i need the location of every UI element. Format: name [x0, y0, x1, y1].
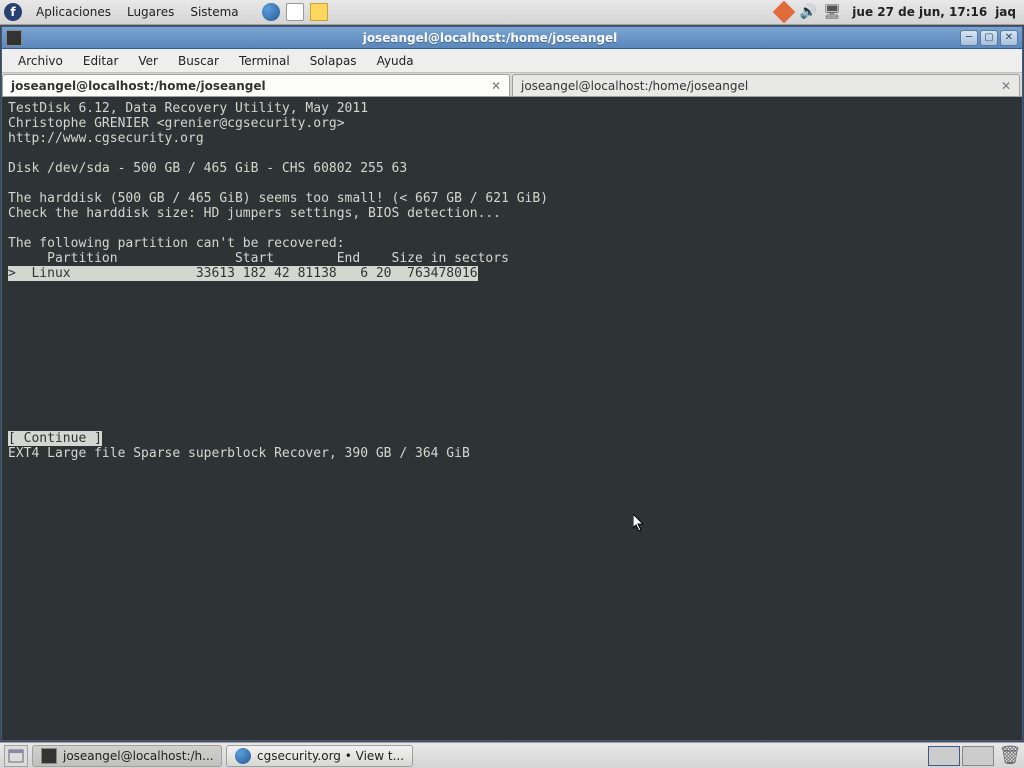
- firefox-icon: [235, 748, 251, 764]
- window-icon: [6, 30, 22, 46]
- terminal-icon: [41, 748, 57, 764]
- workspace-1[interactable]: [928, 746, 960, 766]
- fedora-logo-icon[interactable]: f: [4, 3, 22, 21]
- text-line: Disk /dev/sda - 500 GB / 465 GiB - CHS 6…: [8, 161, 407, 176]
- terminal-window: joseangel@localhost:/home/joseangel ─ ▢ …: [1, 26, 1023, 741]
- menu-system[interactable]: Sistema: [182, 2, 246, 22]
- close-button[interactable]: ✕: [1000, 30, 1018, 46]
- partition-row-selected[interactable]: > Linux 33613 182 42 81138 6 20 76347801…: [8, 266, 478, 281]
- text-line: Christophe GRENIER <grenier@cgsecurity.o…: [8, 116, 345, 131]
- taskbar-firefox[interactable]: cgsecurity.org • View t...: [226, 745, 413, 767]
- menu-archivo[interactable]: Archivo: [8, 51, 73, 71]
- tab-bar: joseangel@localhost:/home/joseangel ✕ jo…: [2, 73, 1022, 97]
- tab-label: joseangel@localhost:/home/joseangel: [521, 79, 748, 93]
- partition-header: Partition Start End Size in sectors: [8, 251, 509, 266]
- menu-terminal[interactable]: Terminal: [229, 51, 300, 71]
- tab-1[interactable]: joseangel@localhost:/home/joseangel ✕: [2, 74, 510, 96]
- taskbar-label: joseangel@localhost:/h...: [63, 749, 214, 763]
- window-title: joseangel@localhost:/home/joseangel: [22, 31, 958, 45]
- minimize-button[interactable]: ─: [960, 30, 978, 46]
- terminal-output[interactable]: TestDisk 6.12, Data Recovery Utility, Ma…: [2, 97, 1022, 740]
- taskbar-label: cgsecurity.org • View t...: [257, 749, 404, 763]
- user-menu[interactable]: jaq: [995, 5, 1016, 19]
- clock[interactable]: jue 27 de jun, 17:16: [852, 5, 987, 19]
- tab-close-icon[interactable]: ✕: [1001, 79, 1011, 93]
- text-line: http://www.cgsecurity.org: [8, 131, 204, 146]
- update-notifier-icon[interactable]: [775, 3, 793, 21]
- tab-close-icon[interactable]: ✕: [491, 79, 501, 93]
- text-line: EXT4 Large file Sparse superblock Recove…: [8, 446, 470, 461]
- text-line: The harddisk (500 GB / 465 GiB) seems to…: [8, 191, 548, 206]
- tab-label: joseangel@localhost:/home/joseangel: [11, 79, 266, 93]
- scrollbar[interactable]: [1008, 97, 1022, 740]
- text-line: Check the harddisk size: HD jumpers sett…: [8, 206, 501, 221]
- tab-2[interactable]: joseangel@localhost:/home/joseangel ✕: [512, 74, 1020, 96]
- menu-solapas[interactable]: Solapas: [300, 51, 367, 71]
- taskbar-terminal[interactable]: joseangel@localhost:/h...: [32, 745, 222, 767]
- workspace-2[interactable]: [962, 746, 994, 766]
- menu-ver[interactable]: Ver: [128, 51, 168, 71]
- menu-editar[interactable]: Editar: [73, 51, 129, 71]
- menu-applications[interactable]: Aplicaciones: [28, 2, 119, 22]
- maximize-button[interactable]: ▢: [980, 30, 998, 46]
- network-icon[interactable]: 🖥: [823, 3, 841, 21]
- menu-ayuda[interactable]: Ayuda: [367, 51, 424, 71]
- titlebar[interactable]: joseangel@localhost:/home/joseangel ─ ▢ …: [2, 27, 1022, 49]
- top-panel: f Aplicaciones Lugares Sistema 🔊 🖥 jue 2…: [0, 0, 1024, 25]
- launcher-firefox-icon[interactable]: [262, 3, 280, 21]
- launcher-notes-icon[interactable]: [310, 3, 328, 21]
- window-list-icon: [8, 749, 24, 763]
- menubar: Archivo Editar Ver Buscar Terminal Solap…: [2, 49, 1022, 73]
- text-line: The following partition can't be recover…: [8, 236, 345, 251]
- bottom-panel: joseangel@localhost:/h... cgsecurity.org…: [0, 742, 1024, 768]
- launcher-mail-icon[interactable]: [286, 3, 304, 21]
- continue-button[interactable]: [ Continue ]: [8, 431, 102, 446]
- text-line: TestDisk 6.12, Data Recovery Utility, Ma…: [8, 101, 368, 116]
- menu-places[interactable]: Lugares: [119, 2, 182, 22]
- show-desktop-button[interactable]: [4, 745, 28, 767]
- trash-icon[interactable]: 🗑: [1000, 746, 1020, 766]
- volume-icon[interactable]: 🔊: [799, 3, 817, 21]
- menu-buscar[interactable]: Buscar: [168, 51, 229, 71]
